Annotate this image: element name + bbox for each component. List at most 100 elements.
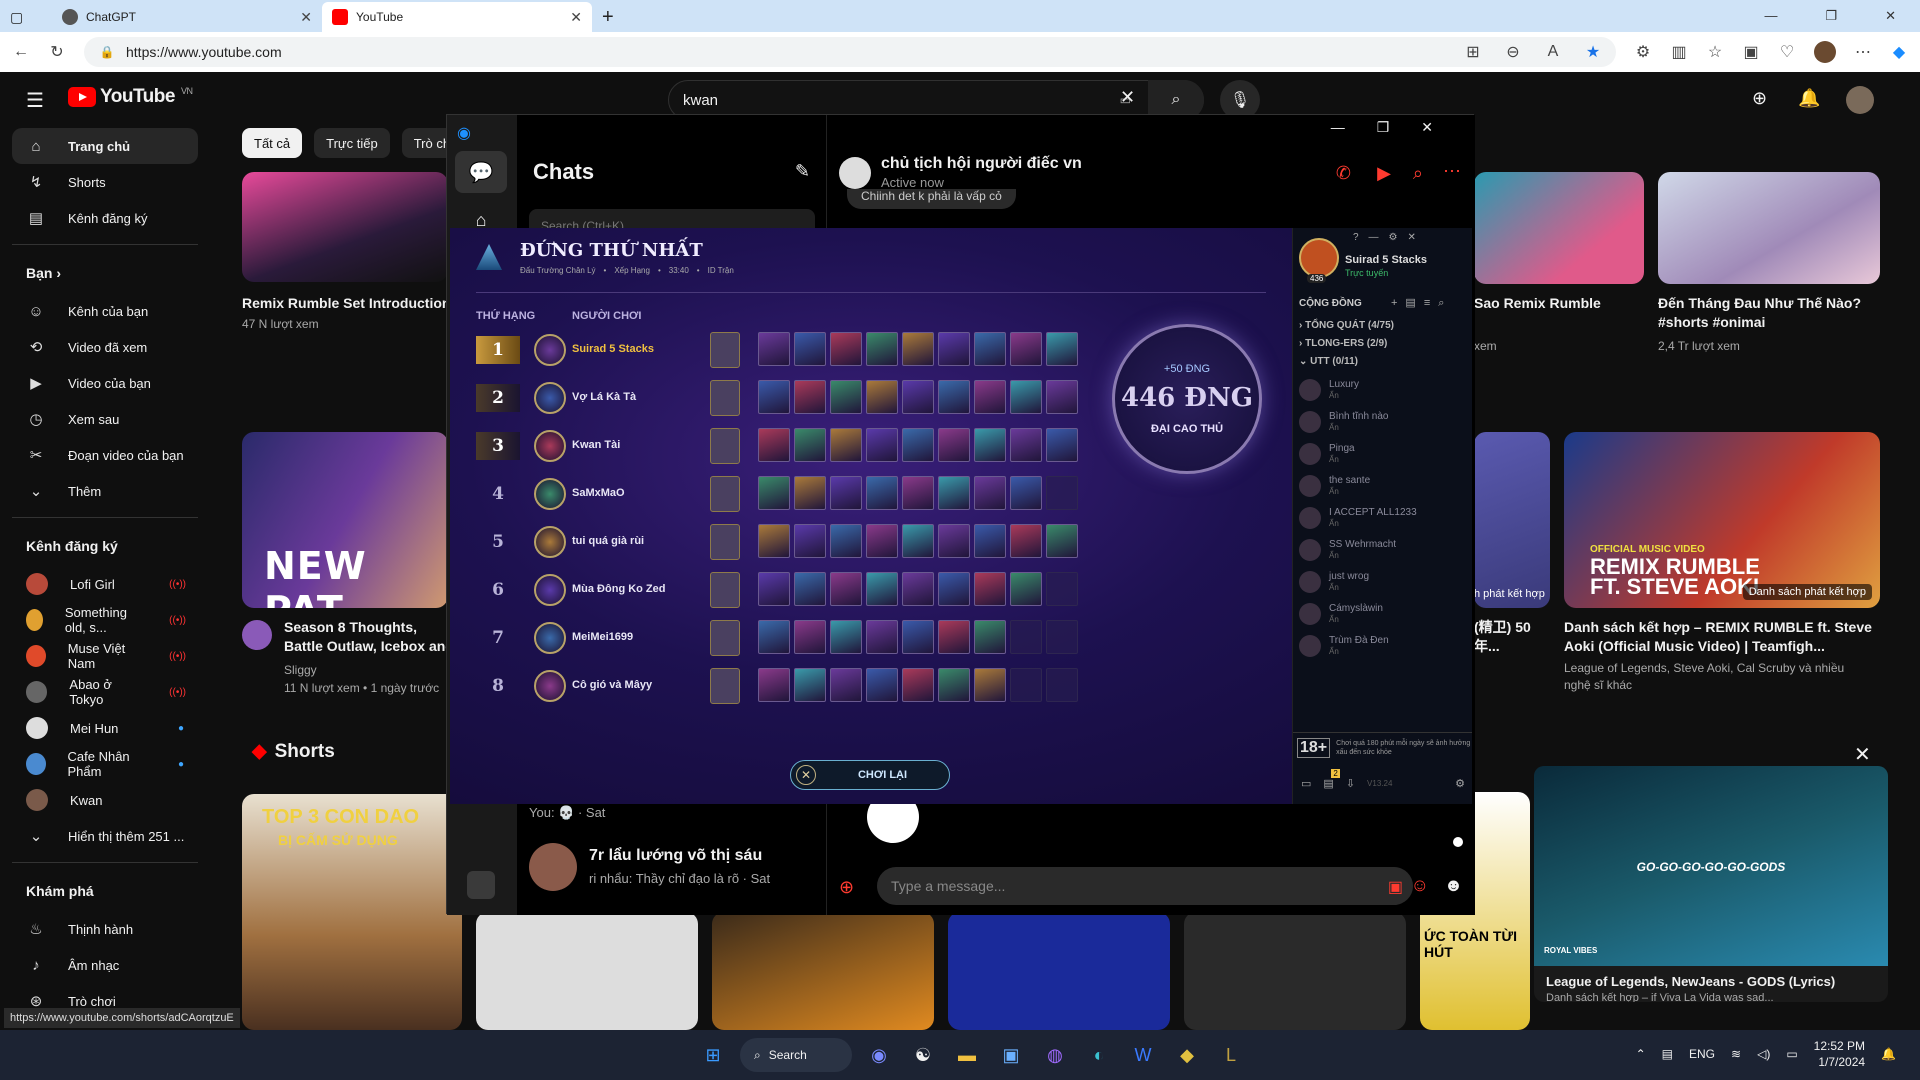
- zoom-icon[interactable]: ⊖: [1504, 43, 1522, 61]
- emoji-icon[interactable]: ☺: [1411, 875, 1429, 896]
- champion-unit[interactable]: [974, 476, 1006, 510]
- friend-item[interactable]: Cámyslàwin Ẩn: [1293, 598, 1471, 630]
- chevron-up-icon[interactable]: ⌃: [1636, 1047, 1646, 1061]
- close-tab-icon[interactable]: ✕: [570, 9, 582, 26]
- ranking-row[interactable]: 7 MeiMei1699: [476, 620, 1306, 658]
- champion-unit[interactable]: [866, 428, 898, 462]
- sidebar-channel[interactable]: Abao ở Tokyo ((•)): [12, 674, 198, 710]
- champion-unit[interactable]: [938, 668, 970, 702]
- champion-unit[interactable]: [866, 332, 898, 366]
- sidebar-channel[interactable]: Kwan: [12, 782, 198, 818]
- champion-unit[interactable]: [794, 524, 826, 558]
- language-indicator[interactable]: ENG: [1689, 1047, 1715, 1061]
- champion-unit[interactable]: [866, 620, 898, 654]
- champion-unit[interactable]: [758, 668, 790, 702]
- back-icon[interactable]: ←: [12, 43, 30, 61]
- meet-icon[interactable]: ◉: [862, 1038, 896, 1072]
- player-avatar[interactable]: [1299, 238, 1339, 278]
- champion-unit[interactable]: [902, 380, 934, 414]
- sidebar-channel[interactable]: Lofi Girl ((•)): [12, 566, 198, 602]
- close-icon[interactable]: ✕: [796, 765, 816, 785]
- chat-icon[interactable]: ▭: [1301, 777, 1311, 790]
- close-tab-icon[interactable]: ✕: [300, 9, 312, 26]
- player-avatar[interactable]: [534, 574, 566, 606]
- champion-unit[interactable]: [938, 428, 970, 462]
- sidebar-item-trending[interactable]: ♨ Thịnh hành: [12, 911, 198, 947]
- champion-unit[interactable]: [938, 572, 970, 606]
- ranking-row[interactable]: 8 Cô gió và Mâyy: [476, 668, 1306, 706]
- miniplayer[interactable]: GO-GO-GO-GO-GO-GODS ROYAL VIBES League o…: [1534, 766, 1888, 1002]
- clear-icon[interactable]: ✕: [1120, 87, 1135, 108]
- sidebar-item-your-clips[interactable]: ✂ Đoạn video của bạn: [12, 437, 198, 473]
- download-icon[interactable]: ⇩: [1346, 777, 1355, 790]
- edge-icon[interactable]: ◐: [1082, 1038, 1116, 1072]
- friend-item[interactable]: the sante Ẩn: [1293, 470, 1471, 502]
- champion-unit[interactable]: [974, 332, 1006, 366]
- video-title[interactable]: Đến Tháng Đau Như Thế Nào? #shorts #onim…: [1658, 294, 1898, 332]
- profile-avatar[interactable]: [1814, 41, 1836, 63]
- champion-unit[interactable]: [902, 332, 934, 366]
- champion-unit[interactable]: [794, 572, 826, 606]
- champion-unit[interactable]: [866, 572, 898, 606]
- player-avatar[interactable]: [534, 430, 566, 462]
- short-thumbnail[interactable]: TOP 3 CON DAO BỊ CẤM SỬ DỤNG: [242, 794, 462, 1030]
- chat-avatar[interactable]: [529, 843, 577, 891]
- champion-unit[interactable]: [938, 476, 970, 510]
- sidebar-item-music[interactable]: ♪ Âm nhạc: [12, 947, 198, 983]
- champion-unit[interactable]: [902, 620, 934, 654]
- champion-unit[interactable]: [938, 380, 970, 414]
- champion-unit[interactable]: [758, 476, 790, 510]
- champion-unit[interactable]: [830, 476, 862, 510]
- message-input[interactable]: Type a message...: [877, 867, 1413, 905]
- sidebar-item-home[interactable]: ⌂ Trang chủ: [12, 128, 198, 164]
- champion-unit[interactable]: [1046, 332, 1078, 366]
- champion-unit[interactable]: [866, 380, 898, 414]
- champion-unit[interactable]: [902, 476, 934, 510]
- champion-unit[interactable]: [938, 620, 970, 654]
- video-title[interactable]: Sao Remix Rumble: [1474, 294, 1601, 313]
- player-avatar[interactable]: [534, 334, 566, 366]
- sidebar-item-shorts[interactable]: ↯ Shorts: [12, 164, 198, 200]
- champion-unit[interactable]: [974, 572, 1006, 606]
- champion-unit[interactable]: [758, 428, 790, 462]
- restore-icon[interactable]: ❐: [1825, 8, 1837, 24]
- profile-avatar[interactable]: [467, 871, 495, 899]
- friend-group[interactable]: ⌄ UTT (0/11): [1299, 356, 1358, 367]
- sidebar-you-heading[interactable]: Bạn ›: [12, 253, 198, 293]
- tab-youtube[interactable]: YouTube ✕: [322, 2, 592, 32]
- player-name[interactable]: tui quá già rùi: [572, 535, 644, 547]
- workspaces-icon[interactable]: ▢: [0, 2, 52, 32]
- champion-unit[interactable]: [902, 668, 934, 702]
- champion-unit[interactable]: [794, 668, 826, 702]
- champion-unit[interactable]: [794, 380, 826, 414]
- refresh-icon[interactable]: ↻: [48, 43, 66, 61]
- settings-icon[interactable]: ⚙: [1455, 777, 1465, 790]
- champion-unit[interactable]: [758, 620, 790, 654]
- match-id[interactable]: ID Trận: [708, 266, 734, 275]
- champion-unit[interactable]: [830, 572, 862, 606]
- notification-bell-icon[interactable]: 🔔: [1881, 1047, 1896, 1061]
- champion-unit[interactable]: [974, 380, 1006, 414]
- champion-unit[interactable]: [1046, 524, 1078, 558]
- start-icon[interactable]: ⊞: [696, 1038, 730, 1072]
- notifications-icon[interactable]: 🔔: [1798, 88, 1820, 109]
- player-avatar[interactable]: [534, 526, 566, 558]
- league-icon[interactable]: L: [1214, 1038, 1248, 1072]
- messenger-icon[interactable]: ◍: [1038, 1038, 1072, 1072]
- menu-icon[interactable]: ☰: [26, 88, 44, 113]
- quick-reaction-icon[interactable]: ☻: [1444, 875, 1463, 896]
- champion-unit[interactable]: [794, 428, 826, 462]
- photos-icon[interactable]: ▣: [994, 1038, 1028, 1072]
- champion-unit[interactable]: [1010, 380, 1042, 414]
- more-icon[interactable]: ⋯: [1854, 43, 1872, 61]
- champion-unit[interactable]: [974, 428, 1006, 462]
- video-thumbnail[interactable]: [1658, 172, 1880, 284]
- tab-chatgpt[interactable]: ChatGPT ✕: [52, 2, 322, 32]
- short-thumbnail[interactable]: [712, 912, 934, 1030]
- champion-unit[interactable]: [902, 572, 934, 606]
- chip-all[interactable]: Tất cả: [242, 128, 303, 158]
- sidebar-item-watch-later[interactable]: ◷ Xem sau: [12, 401, 198, 437]
- champion-unit[interactable]: [866, 476, 898, 510]
- file-explorer-icon[interactable]: ▬: [950, 1038, 984, 1072]
- friend-item[interactable]: Luxury Ẩn: [1293, 374, 1471, 406]
